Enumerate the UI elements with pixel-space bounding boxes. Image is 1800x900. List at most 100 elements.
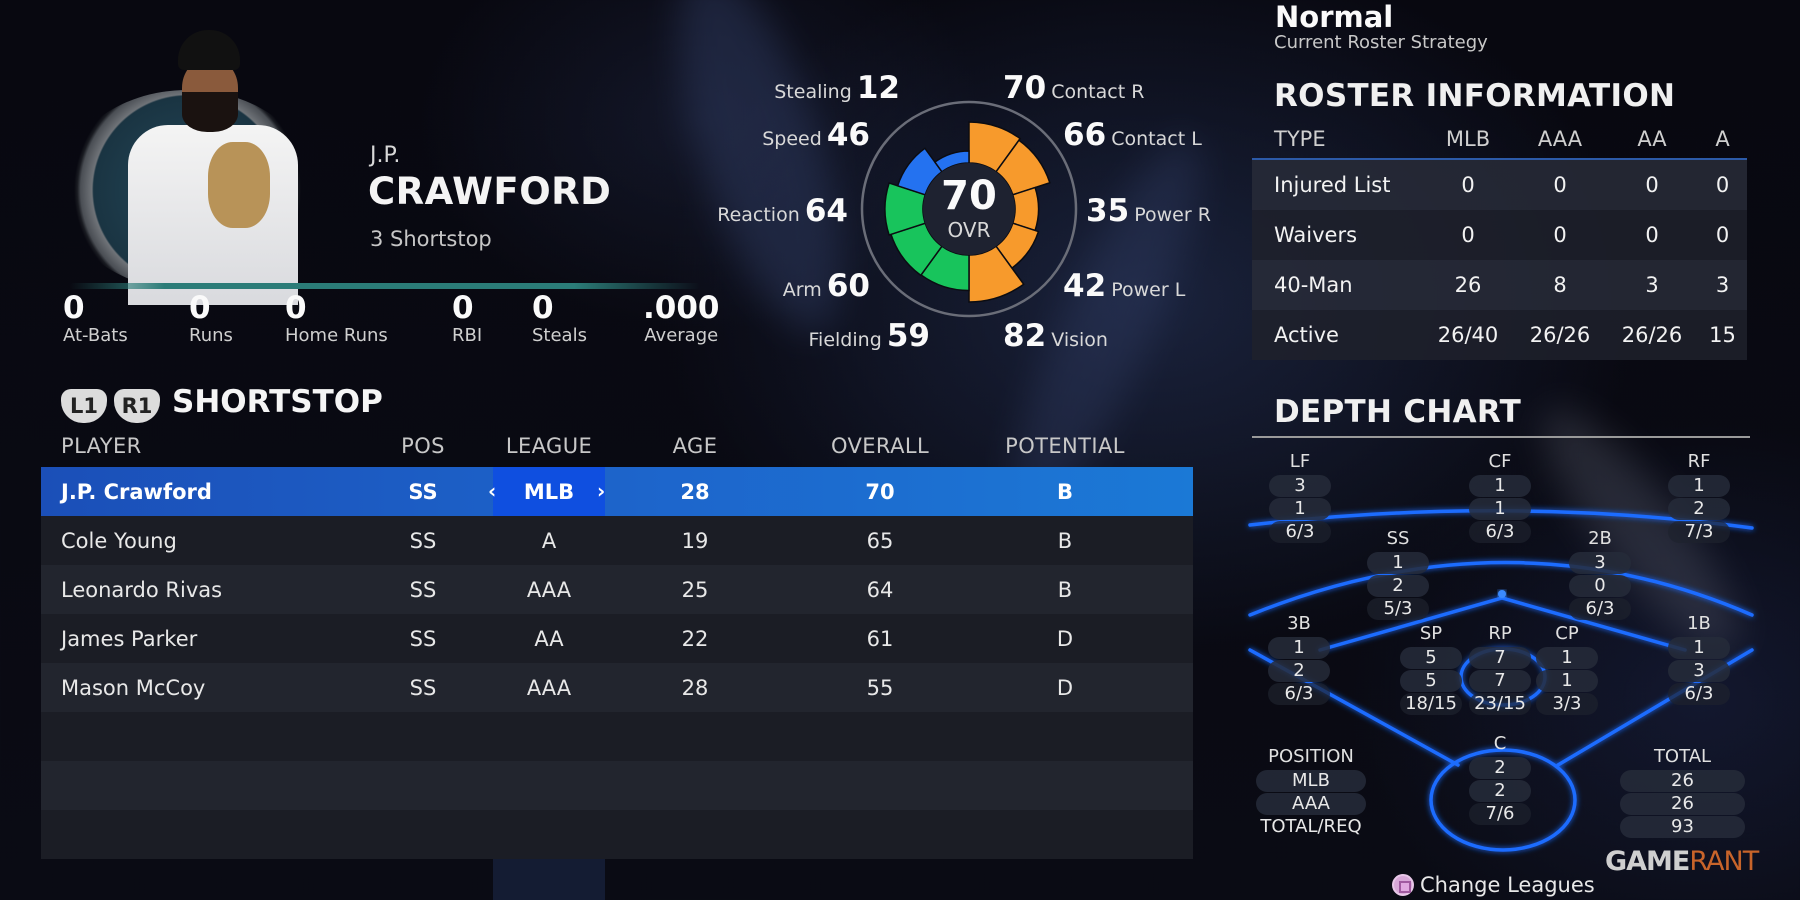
player-name: James Parker [61, 626, 198, 651]
col-header-type: TYPE [1274, 127, 1326, 151]
second-base-marker [1498, 590, 1506, 598]
depth-position-lf[interactable]: LF 3 1 6/3 [1255, 450, 1345, 544]
depth-count-aaa: 2 [1668, 498, 1730, 520]
depth-position-3b[interactable]: 3B 1 2 6/3 [1254, 612, 1344, 706]
player-potential: D [1056, 675, 1074, 700]
cell: 15 [1709, 323, 1736, 347]
cell: Active [1274, 323, 1339, 347]
depth-position-ss[interactable]: SS 1 2 5/3 [1353, 527, 1443, 621]
table-row-empty [41, 761, 1193, 810]
depth-count-aaa: 2 [1469, 780, 1531, 802]
depth-position-rf[interactable]: RF 1 2 7/3 [1654, 450, 1744, 544]
depth-count-aaa: 0 [1569, 575, 1631, 597]
depth-count-mlb: 1 [1268, 637, 1330, 659]
stat-value: 0 [63, 290, 85, 326]
attribute-wheel-chart: 70 OVR [860, 100, 1078, 318]
position-label: CF [1488, 451, 1512, 472]
depth-position-cf[interactable]: CF 1 1 6/3 [1455, 450, 1545, 544]
col-header-potential[interactable]: POTENTIAL [975, 434, 1155, 458]
depth-count-total-req: 5/3 [1367, 598, 1429, 620]
col-header-player[interactable]: PLAYER [41, 434, 373, 458]
cell: 0 [1461, 223, 1475, 247]
player-number-position: 3 Shortstop [370, 227, 492, 251]
table-row[interactable]: Leonardo Rivas SS AAA 25 64 B [41, 565, 1193, 614]
table-row[interactable]: James Parker SS AA 22 61 D [41, 614, 1193, 663]
chevron-right-icon[interactable]: › [597, 479, 605, 503]
stat-value: .000 [643, 290, 720, 326]
player-name: J.P. Crawford [61, 479, 212, 504]
player-last-name: CRAWFORD [368, 170, 612, 213]
player-age: 25 [681, 577, 709, 602]
cell: 0 [1645, 173, 1659, 197]
attr-arm: Arm 60 [782, 268, 870, 304]
position-label: SS [1386, 528, 1410, 549]
table-row-empty [41, 810, 1193, 859]
position-title: SHORTSTOP [172, 384, 383, 420]
depth-totals: TOTAL 26 26 93 [1620, 745, 1745, 839]
depth-count-mlb: 1 [1668, 637, 1730, 659]
depth-position-cp[interactable]: CP 1 1 3/3 [1522, 622, 1612, 716]
player-age: 28 [680, 479, 710, 504]
legend-header: POSITION [1268, 746, 1354, 767]
attr-vision: 82 Vision [1003, 318, 1108, 354]
watermark-part2: RANT [1689, 846, 1759, 877]
stat-rbi: 0 RBI [452, 290, 482, 346]
chevron-left-icon[interactable]: ‹ [488, 479, 496, 503]
stat-value: 0 [532, 290, 554, 326]
player-name: Mason McCoy [61, 675, 206, 700]
depth-position-2b[interactable]: 2B 3 0 6/3 [1555, 527, 1645, 621]
legend-row-total-req: TOTAL/REQ [1260, 816, 1362, 837]
stat-value: 0 [452, 290, 474, 326]
cell: 3 [1715, 273, 1730, 297]
cell: Injured List [1274, 173, 1391, 197]
col-header-aa: AA [1637, 127, 1667, 151]
table-row[interactable]: Mason McCoy SS AAA 28 55 D [41, 663, 1193, 712]
depth-count-total-req: 3/3 [1536, 693, 1598, 715]
r1-button[interactable]: R1 [114, 389, 160, 423]
depth-position-1b[interactable]: 1B 1 3 6/3 [1654, 612, 1744, 706]
attr-power-l: 42 Power L [1063, 268, 1186, 304]
depth-legend: POSITION MLB AAA TOTAL/REQ [1256, 745, 1366, 839]
change-leagues-button[interactable]: Change Leagues [1392, 873, 1595, 897]
attr-reaction: Reaction 64 [717, 193, 848, 229]
stat-at-bats: 0 At-Bats [63, 290, 128, 346]
player-age: 28 [681, 675, 709, 700]
player-overall: 61 [866, 626, 894, 651]
watermark-part1: GAME [1605, 846, 1690, 877]
cell: 0 [1645, 223, 1659, 247]
roster-row-40-man: 40-Man 26 8 3 3 [1252, 260, 1747, 310]
position-label: 1B [1687, 613, 1711, 634]
player-league-selector[interactable]: MLB [493, 480, 605, 504]
col-header-pos[interactable]: POS [373, 434, 473, 458]
l1-button[interactable]: L1 [61, 389, 107, 423]
cell: 26/40 [1437, 323, 1499, 347]
cell: 8 [1553, 273, 1567, 297]
position-label: RF [1687, 451, 1711, 472]
table-row[interactable]: Cole Young SS A 19 65 B [41, 516, 1193, 565]
position-label: LF [1289, 451, 1311, 472]
roster-row-active: Active 26/40 26/26 26/26 15 [1252, 310, 1747, 360]
depth-count-total-req: 18/15 [1400, 693, 1462, 715]
col-header-age[interactable]: AGE [605, 434, 785, 458]
season-stats: 0 At-Bats 0 Runs 0 Home Runs 0 RBI 0 Ste… [0, 290, 740, 360]
col-header-overall[interactable]: OVERALL [785, 434, 975, 458]
roster-information-table: TYPE MLB AAA AA A Injured List 0 0 0 0 W… [1252, 120, 1747, 360]
depth-count-total-req: 6/3 [1569, 598, 1631, 620]
table-row-selected[interactable]: ‹ J.P. Crawford SS MLB 28 70 B › [41, 467, 1193, 516]
stat-average: .000 Average [643, 290, 720, 346]
attr-power-r: 35 Power R [1086, 193, 1211, 229]
roster-strategy-label: Current Roster Strategy [1274, 32, 1488, 53]
depth-count-aaa: 1 [1269, 498, 1331, 520]
depth-position-c[interactable]: C 2 2 7/6 [1455, 732, 1545, 826]
position-label: CP [1555, 623, 1579, 644]
depth-count-aaa: 3 [1668, 660, 1730, 682]
col-header-league[interactable]: LEAGUE [493, 434, 605, 458]
stat-value: 0 [189, 290, 211, 326]
player-pos: SS [409, 675, 437, 700]
depth-count-total-req: 7/3 [1668, 521, 1730, 543]
total-aaa: 26 [1620, 793, 1745, 815]
table-header: PLAYER POS LEAGUE AGE OVERALL POTENTIAL [41, 425, 1193, 467]
player-league: AAA [526, 675, 572, 700]
depth-count-aaa: 2 [1268, 660, 1330, 682]
depth-count-total-req: 6/3 [1268, 683, 1330, 705]
